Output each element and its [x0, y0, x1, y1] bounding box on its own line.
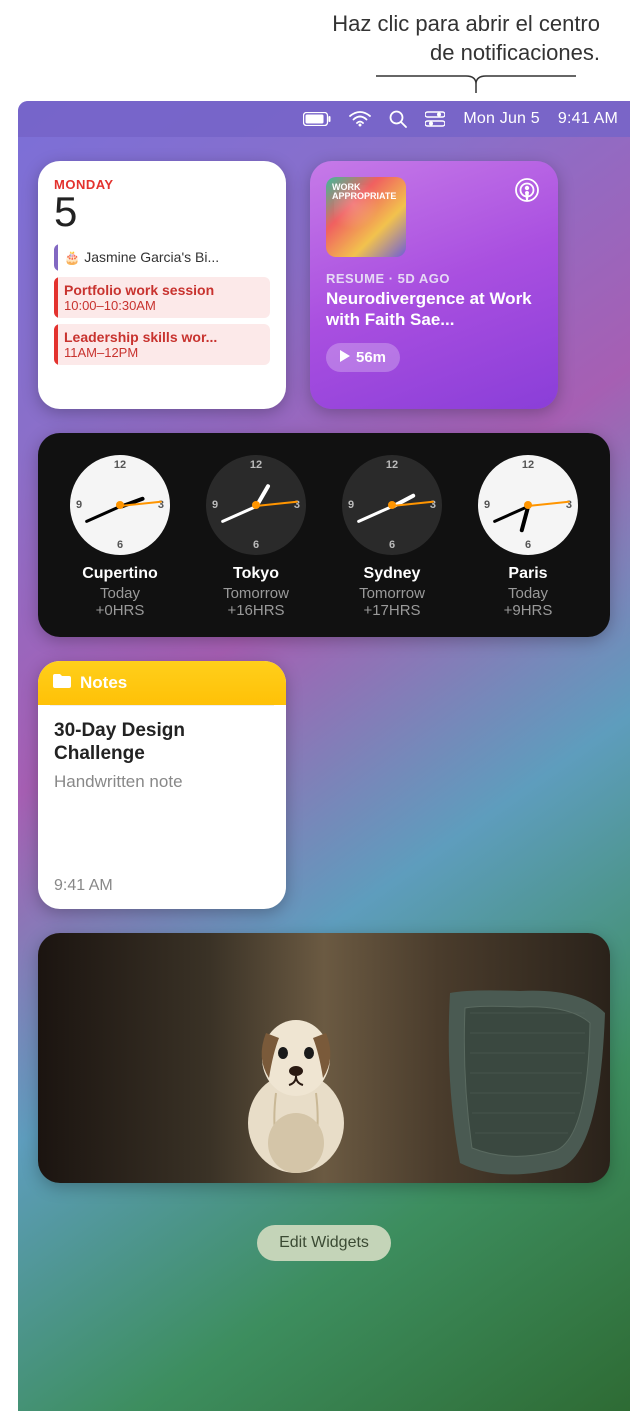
clock-day: Tomorrow: [223, 585, 289, 602]
clock-offset: +0HRS: [96, 602, 145, 619]
event-time: 11AM–12PM: [64, 345, 262, 360]
clock-sydney[interactable]: 12369 Sydney Tomorrow +17HRS: [332, 455, 452, 619]
calendar-event[interactable]: 🎂Jasmine Garcia's Bi...: [54, 244, 270, 271]
menu-bar: Mon Jun 5 9:41 AM: [18, 101, 630, 137]
clock-face: 12369: [478, 455, 578, 555]
calendar-event[interactable]: Portfolio work session 10:00–10:30AM: [54, 277, 270, 318]
annotation-line-1: Haz clic para abrir el centro: [30, 10, 600, 39]
clock-face: 12369: [70, 455, 170, 555]
annotation-line-2: de notificaciones.: [30, 39, 600, 68]
chair-image: [440, 983, 610, 1183]
clock-paris[interactable]: 12369 Paris Today +9HRS: [468, 455, 588, 619]
clock-city: Paris: [508, 565, 547, 583]
notification-center-widgets: MONDAY 5 🎂Jasmine Garcia's Bi... Portfol…: [18, 137, 630, 1261]
note-title: 30-Day Design Challenge: [54, 720, 270, 766]
event-time: 10:00–10:30AM: [64, 298, 262, 313]
birthday-icon: 🎂: [64, 250, 80, 266]
menubar-time[interactable]: 9:41 AM: [558, 110, 618, 128]
clock-day: Today: [100, 585, 140, 602]
notes-header: Notes: [38, 661, 286, 705]
clock-city: Cupertino: [82, 565, 158, 583]
notes-header-label: Notes: [80, 673, 127, 693]
desktop-screen: Mon Jun 5 9:41 AM MONDAY 5 🎂Jasmine Garc…: [18, 101, 630, 1411]
clock-face: 12369: [342, 455, 442, 555]
podcast-title: Neurodivergence at Work with Faith Sae..…: [326, 288, 542, 331]
clock-offset: +9HRS: [504, 602, 553, 619]
event-title: Leadership skills wor...: [64, 329, 262, 345]
photos-widget[interactable]: [38, 933, 610, 1183]
note-time: 9:41 AM: [54, 877, 270, 895]
clock-city: Tokyo: [233, 565, 279, 583]
clock-offset: +17HRS: [363, 602, 420, 619]
clock-tokyo[interactable]: 12369 Tokyo Tomorrow +16HRS: [196, 455, 316, 619]
callout-bracket: [0, 75, 576, 93]
calendar-events: 🎂Jasmine Garcia's Bi... Portfolio work s…: [54, 244, 270, 365]
world-clock-widget[interactable]: 12369 Cupertino Today +0HRS 12369 Tokyo …: [38, 433, 610, 637]
folder-icon: [52, 673, 72, 694]
edit-widgets-button[interactable]: Edit Widgets: [257, 1225, 391, 1261]
notes-widget[interactable]: Notes 30-Day Design Challenge Handwritte…: [38, 661, 286, 909]
calendar-widget[interactable]: MONDAY 5 🎂Jasmine Garcia's Bi... Portfol…: [38, 161, 286, 409]
podcast-widget[interactable]: WORK APPROPRIATE RESUME · 5D AGO Neurodi…: [310, 161, 558, 409]
battery-icon[interactable]: [303, 112, 331, 126]
dog-image: [221, 1003, 371, 1173]
clock-offset: +16HRS: [227, 602, 284, 619]
clock-face: 12369: [206, 455, 306, 555]
event-title: Portfolio work session: [64, 282, 262, 298]
wifi-icon[interactable]: [349, 111, 371, 127]
calendar-event[interactable]: Leadership skills wor... 11AM–12PM: [54, 324, 270, 365]
podcasts-icon: [514, 177, 540, 208]
podcast-art-label: WORK APPROPRIATE: [332, 183, 406, 201]
control-center-icon[interactable]: [425, 111, 445, 127]
clock-city: Sydney: [364, 565, 421, 583]
calendar-date: 5: [54, 188, 270, 236]
note-subtitle: Handwritten note: [54, 772, 270, 792]
callout-annotation: Haz clic para abrir el centro de notific…: [0, 0, 630, 71]
clock-cupertino[interactable]: 12369 Cupertino Today +0HRS: [60, 455, 180, 619]
podcast-artwork: WORK APPROPRIATE: [326, 177, 406, 257]
podcast-play-button[interactable]: 56m: [326, 343, 400, 372]
menubar-date[interactable]: Mon Jun 5: [463, 110, 540, 128]
event-title: Jasmine Garcia's Bi...: [84, 249, 219, 265]
clock-day: Tomorrow: [359, 585, 425, 602]
spotlight-icon[interactable]: [389, 110, 407, 128]
podcast-duration: 56m: [356, 349, 386, 366]
clock-day: Today: [508, 585, 548, 602]
play-icon: [340, 349, 350, 366]
podcast-resume-label: RESUME · 5D AGO: [326, 271, 542, 286]
